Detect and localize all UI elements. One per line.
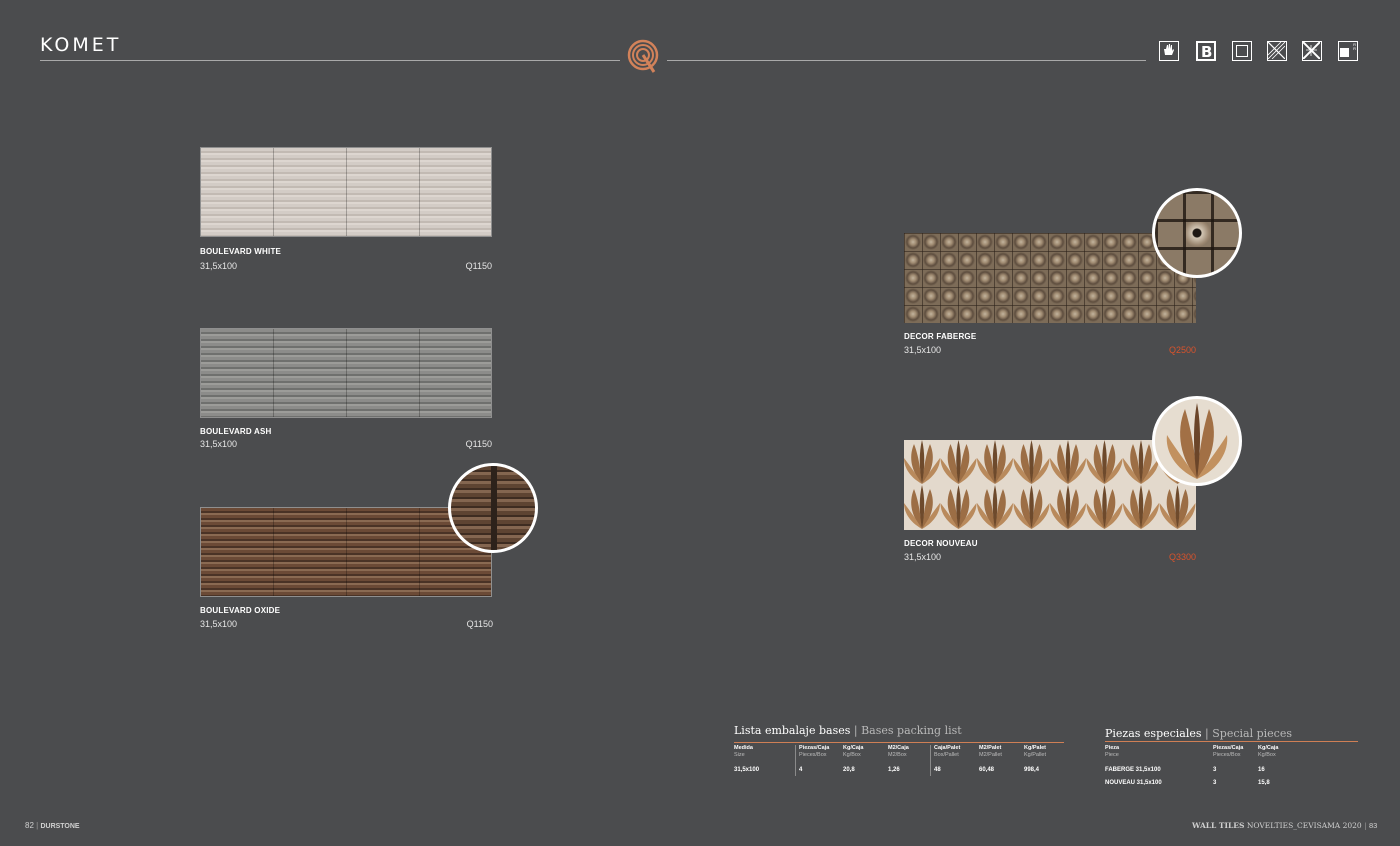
product-name: DECOR NOUVEAU xyxy=(904,539,978,548)
tile-image-boulevard-ash xyxy=(200,328,492,418)
cross-pattern-icon xyxy=(1302,41,1322,61)
special-header-kg-box: Kg/Caja Kg/Box xyxy=(1258,745,1279,758)
page-number-right: 83 xyxy=(1369,821,1378,830)
brand-q-logo-icon xyxy=(626,38,660,74)
packing-header-pieces-box: Piezas/Caja Pieces/Box xyxy=(799,745,830,758)
column-divider xyxy=(930,745,931,776)
packing-cell: 60,48 xyxy=(979,767,995,773)
product-code: Q2500 xyxy=(1168,345,1196,355)
product-code: Q3300 xyxy=(1168,552,1196,562)
diagonal-tile-icon xyxy=(1267,41,1287,61)
packing-header-kg-pallet: Kg/Palet Kg/Pallet xyxy=(1024,745,1047,758)
packing-list-title: Lista embalaje bases | Bases packing lis… xyxy=(734,724,962,737)
packing-list-rule xyxy=(734,742,1064,743)
product-size: 31,5x100 xyxy=(200,619,238,629)
footer-right: WALL TILES NOVELTIES_CEVISAMA 2020 | 83 xyxy=(1192,821,1378,830)
footer-left: 82 | DURSTONE xyxy=(25,821,80,830)
packing-header-kg-box: Kg/Caja Kg/Box xyxy=(843,745,864,758)
product-size: 31,5x100 xyxy=(200,439,238,449)
special-header-pieces-box: Piezas/Caja Pieces/Box xyxy=(1213,745,1244,758)
special-title-en: Special pieces xyxy=(1212,727,1292,740)
special-pieces-title: Piezas especiales | Special pieces xyxy=(1105,727,1292,740)
packing-header-box-pallet: Caja/Palet Box/Pallet xyxy=(934,745,961,758)
product-size: 31,5x100 xyxy=(200,261,238,271)
brand-name: DURSTONE xyxy=(40,823,80,830)
product-name: BOULEVARD WHITE xyxy=(200,247,282,256)
packing-cell: 31,5x100 xyxy=(734,767,760,773)
detail-zoom-faberge xyxy=(1152,188,1242,278)
special-cell: 15,8 xyxy=(1258,780,1270,786)
product-code: Q1150 xyxy=(466,619,493,629)
product-size: 31,5x100 xyxy=(904,345,942,355)
tile-image-decor-nouveau xyxy=(904,440,1196,530)
special-title-es: Piezas especiales xyxy=(1105,727,1202,740)
packing-cell: 4 xyxy=(799,767,803,773)
b-letter-icon: B xyxy=(1196,41,1216,61)
product-code: Q1150 xyxy=(465,261,492,271)
packing-cell: 998,4 xyxy=(1024,767,1040,773)
tile-image-decor-faberge xyxy=(904,233,1196,323)
packing-cell: 20,8 xyxy=(843,767,855,773)
tile-image-boulevard-white xyxy=(200,147,492,237)
packing-header-m2-box: M2/Caja M2/Box xyxy=(888,745,909,758)
svg-text:B: B xyxy=(1201,43,1212,59)
hand-icon xyxy=(1159,41,1179,61)
special-cell: 3 xyxy=(1213,767,1217,773)
special-cell: FABERGE 31,5x100 xyxy=(1105,767,1161,773)
product-code: Q1150 xyxy=(465,439,492,449)
packing-cell: 1,26 xyxy=(888,767,900,773)
special-header-piece: Pieza Piece xyxy=(1105,745,1120,758)
rectified-icon: RR xyxy=(1338,41,1358,61)
page-number-left: 82 xyxy=(25,821,34,830)
page-title: KOMET xyxy=(40,34,122,56)
product-name: BOULEVARD ASH xyxy=(200,427,272,436)
detail-zoom-nouveau xyxy=(1152,396,1242,486)
product-name: DECOR FABERGE xyxy=(904,332,977,341)
product-size: 31,5x100 xyxy=(904,552,942,562)
square-icon xyxy=(1232,41,1252,61)
packing-header-m2-pallet: M2/Palet M2/Pallet xyxy=(979,745,1002,758)
packing-title-en: Bases packing list xyxy=(861,724,962,737)
product-name: BOULEVARD OXIDE xyxy=(200,606,281,615)
packing-header-size: Medida Size xyxy=(734,745,753,758)
detail-zoom-oxide xyxy=(448,463,538,553)
special-cell: 3 xyxy=(1213,780,1217,786)
tile-image-boulevard-oxide xyxy=(200,507,492,597)
special-pieces-rule xyxy=(1105,741,1358,742)
packing-title-es: Lista embalaje bases xyxy=(734,724,851,737)
special-cell: 16 xyxy=(1258,767,1265,773)
column-divider xyxy=(795,745,796,776)
footer-section: WALL TILES xyxy=(1192,821,1245,830)
special-cell: NOUVEAU 31,5x100 xyxy=(1105,780,1162,786)
packing-cell: 48 xyxy=(934,767,941,773)
header-rule-right xyxy=(667,60,1146,61)
footer-edition: NOVELTIES_CEVISAMA 2020 xyxy=(1246,821,1362,830)
header-rule-left xyxy=(40,60,620,61)
